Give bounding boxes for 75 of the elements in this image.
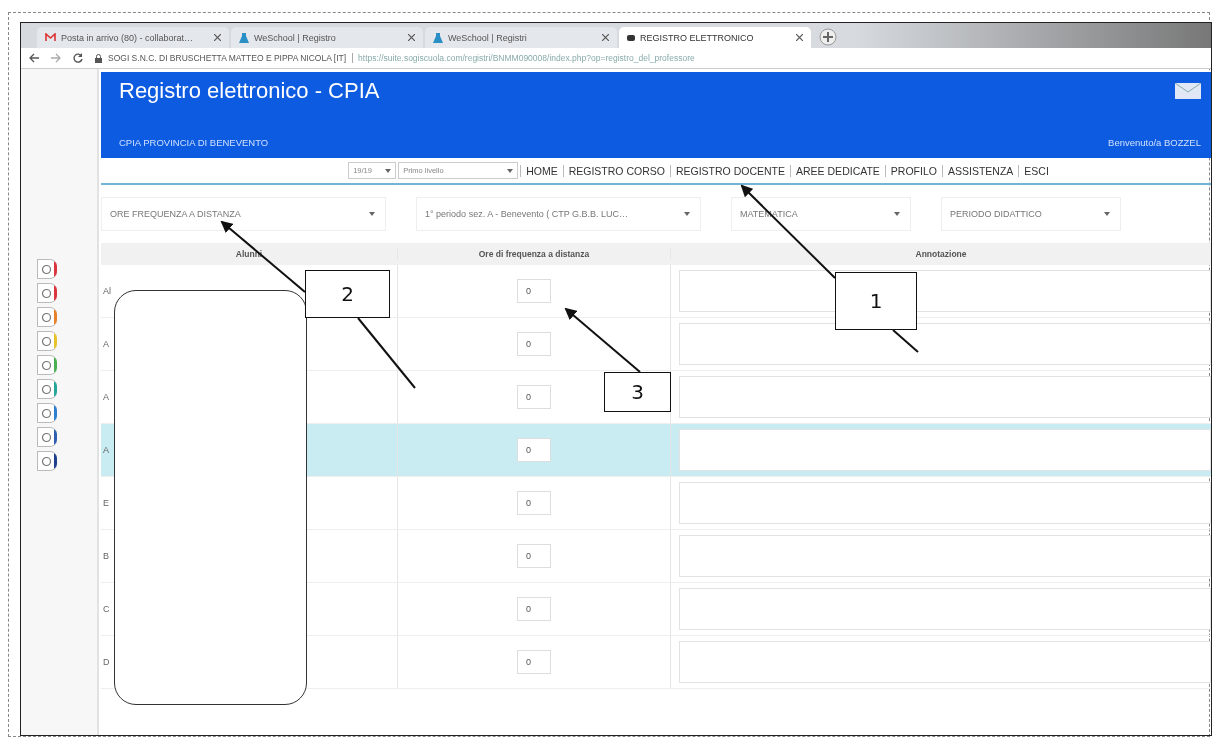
mail-icon[interactable] <box>1175 83 1201 99</box>
forward-icon[interactable] <box>51 53 61 63</box>
filter-select[interactable]: 1° periodo sez. A - Benevento ( CTP G.B.B. LUC… <box>416 197 701 231</box>
student-name: A <box>103 445 109 455</box>
new-tab-icon[interactable] <box>819 28 837 46</box>
annotation-field[interactable] <box>679 323 1211 365</box>
nav-link[interactable]: HOME <box>520 164 563 177</box>
annotation-field[interactable] <box>679 588 1211 630</box>
column-header: Annotazione <box>670 249 1211 259</box>
annotation-field[interactable] <box>679 376 1211 418</box>
student-name: D <box>103 657 110 667</box>
hours-field[interactable]: 0 <box>517 544 551 568</box>
back-icon[interactable] <box>29 53 39 63</box>
sidebar-icon[interactable] <box>37 403 57 423</box>
hours-field[interactable]: 0 <box>517 491 551 515</box>
browser-tab[interactable]: REGISTRO ELETTRONICO <box>619 27 811 48</box>
column-header: Ore di frequenza a distanza <box>397 249 670 259</box>
hours-field[interactable]: 0 <box>517 597 551 621</box>
circle-icon <box>41 311 52 323</box>
student-name: A <box>103 392 109 402</box>
browser-tab[interactable]: WeSchool | Registro <box>231 27 423 48</box>
annotation-field[interactable] <box>679 429 1211 471</box>
annotation-field[interactable] <box>679 641 1211 683</box>
circle-icon <box>41 455 52 467</box>
student-name: Al <box>103 286 111 296</box>
app-title: Registro elettronico - CPIA <box>119 78 380 104</box>
sidebar-icon[interactable] <box>37 283 57 303</box>
circle-icon <box>41 407 52 419</box>
school-name: CPIA PROVINCIA DI BENEVENTO <box>119 137 269 148</box>
nav-link[interactable]: REGISTRO DOCENTE <box>669 164 791 177</box>
annotation-field[interactable] <box>679 482 1211 524</box>
flask-icon <box>433 32 443 43</box>
address-field[interactable]: SOGI S.N.C. DI BRUSCHETTA MATTEO E PIPPA NICOLA [IT] https://suite.sogiscuola.com/registri/BNMM090008/index.php?op=registro_del_professore <box>95 53 695 63</box>
circle-icon <box>41 383 52 395</box>
browser-tab[interactable]: WeSchool | Registri <box>425 27 617 48</box>
circle-icon <box>41 359 52 371</box>
sidebar-icon[interactable] <box>37 259 57 279</box>
browser-tab[interactable]: Posta in arrivo (80) - collaborat… <box>37 27 229 48</box>
close-icon[interactable] <box>796 34 803 41</box>
close-icon[interactable] <box>602 34 609 41</box>
student-name: E <box>103 498 109 508</box>
hours-field[interactable]: 0 <box>517 650 551 674</box>
nav-link[interactable]: ESCI <box>1018 164 1054 177</box>
close-icon[interactable] <box>408 34 415 41</box>
leader-line <box>892 329 919 353</box>
nav-link[interactable]: ASSISTENZA <box>941 164 1019 177</box>
hours-field[interactable]: 0 <box>517 332 551 356</box>
hours-field[interactable]: 0 <box>517 385 551 409</box>
nav-link[interactable]: REGISTRO CORSO <box>562 164 670 177</box>
filter-select[interactable]: PERIODO DIDATTICO <box>941 197 1121 231</box>
close-icon[interactable] <box>214 34 221 41</box>
circle-icon <box>41 335 52 347</box>
callout-label: 3 <box>604 372 671 412</box>
nav-link[interactable]: AREE DEDICATE <box>790 164 885 177</box>
welcome-text: Benvenuto/a BOZZEL <box>1108 137 1201 148</box>
annotation-field[interactable] <box>679 535 1211 577</box>
hours-field[interactable]: 0 <box>517 279 551 303</box>
callout-label: 2 <box>305 270 390 318</box>
student-name: A <box>103 339 109 349</box>
leader-line <box>357 317 416 389</box>
circle-icon <box>41 431 52 443</box>
sidebar-icon[interactable] <box>37 427 57 447</box>
lock-icon <box>95 53 102 63</box>
student-name: C <box>103 604 110 614</box>
hours-field[interactable]: 0 <box>517 438 551 462</box>
mail-icon <box>45 33 56 42</box>
callout-label: 1 <box>835 272 917 330</box>
reload-icon[interactable] <box>73 53 83 63</box>
circle-icon <box>41 263 52 275</box>
student-name: B <box>103 551 109 561</box>
filter-select[interactable]: ORE FREQUENZA A DISTANZA <box>101 197 386 231</box>
circle-icon <box>41 287 52 299</box>
flask-icon <box>239 32 249 43</box>
nav-link[interactable]: PROFILO <box>884 164 942 177</box>
sidebar-icon[interactable] <box>37 451 57 471</box>
